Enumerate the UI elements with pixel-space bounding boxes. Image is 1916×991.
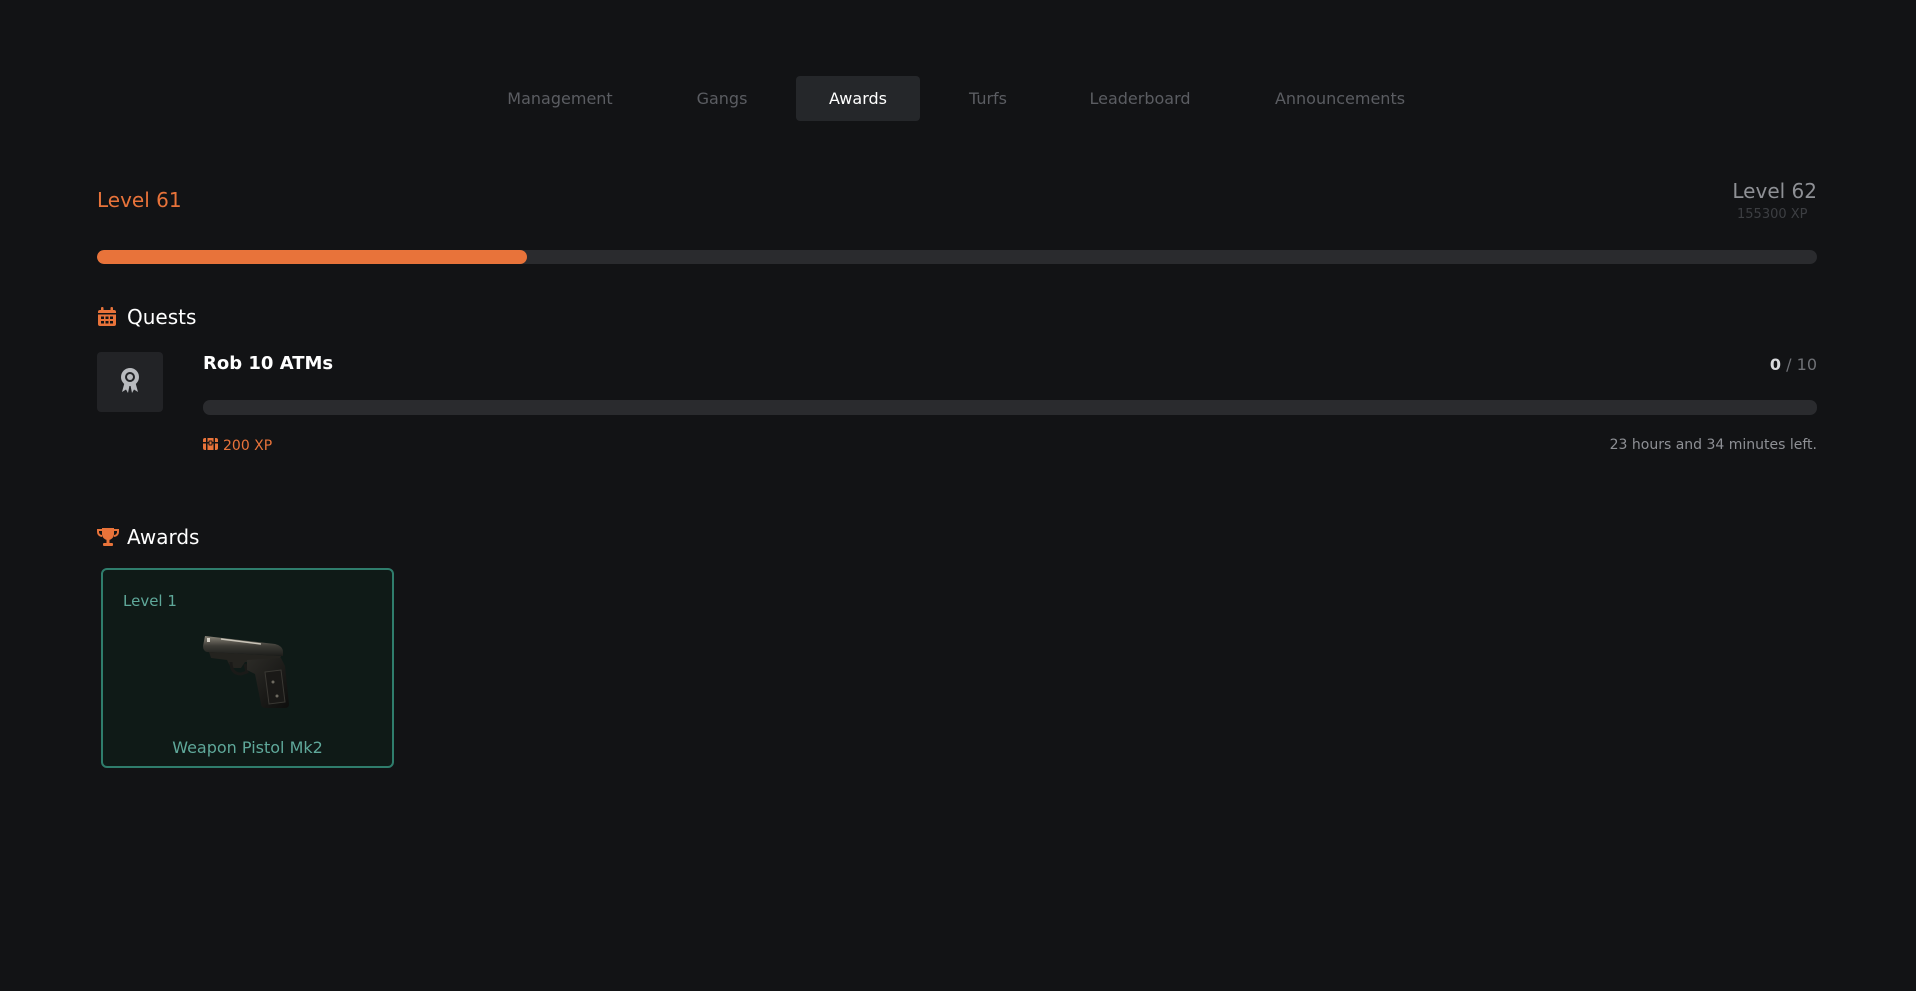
- quest-progress-count: 0 / 10: [1770, 355, 1817, 374]
- level-progress-fill: [97, 250, 527, 264]
- quest-reward: 200 XP: [203, 437, 272, 454]
- award-level: Level 1: [123, 592, 177, 610]
- quest-progress-current: 0: [1769, 355, 1782, 374]
- next-level-label: Level 62: [1732, 179, 1817, 203]
- tab-awards[interactable]: Awards: [796, 76, 920, 121]
- award-name: Weapon Pistol Mk2: [172, 738, 323, 757]
- page: Management Gangs Awards Turfs Leaderboar…: [0, 0, 1916, 991]
- quest-progress-bar: [203, 400, 1817, 415]
- calendar-icon: [97, 307, 117, 327]
- level-progress-bar: [97, 250, 1817, 264]
- current-level-label: Level 61: [97, 188, 182, 212]
- award-card[interactable]: Level 1 Weapon Pistol Mk2: [101, 568, 394, 768]
- award-ribbon-icon: [118, 367, 142, 397]
- tab-announcements[interactable]: Announcements: [1260, 76, 1420, 121]
- quest-title: Rob 10 ATMs: [203, 353, 334, 374]
- next-level-xp: 155300 XP: [1737, 207, 1808, 222]
- quest-reward-label: 200 XP: [223, 437, 273, 454]
- quest-time-left: 23 hours and 34 minutes left.: [1609, 437, 1817, 453]
- tab-management[interactable]: Management: [484, 76, 636, 121]
- trophy-icon: [97, 527, 119, 547]
- quest-progress-total: / 10: [1786, 355, 1817, 374]
- tab-gangs[interactable]: Gangs: [680, 76, 764, 121]
- treasure-chest-icon: [203, 437, 218, 454]
- awards-heading-label: Awards: [127, 525, 200, 549]
- awards-heading: Awards: [97, 525, 199, 549]
- quests-heading: Quests: [97, 305, 196, 329]
- tab-bar: Management Gangs Awards Turfs Leaderboar…: [0, 76, 1916, 121]
- tab-turfs[interactable]: Turfs: [953, 76, 1023, 121]
- quest-icon-box: [97, 352, 163, 412]
- tab-leaderboard[interactable]: Leaderboard: [1073, 76, 1207, 121]
- pistol-image: [201, 626, 295, 710]
- quests-heading-label: Quests: [127, 305, 197, 329]
